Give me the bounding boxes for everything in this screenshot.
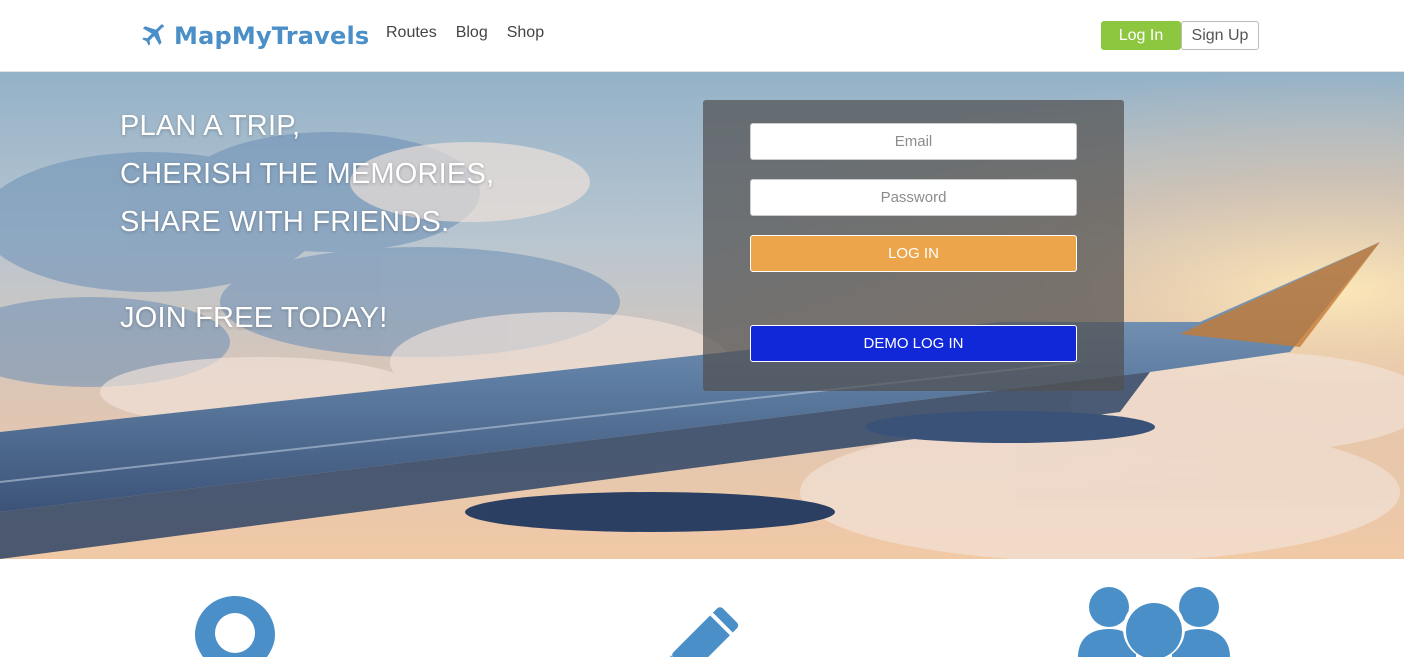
join-free-text: JOIN FREE TODAY! — [120, 302, 388, 334]
tagline-line-2: CHERISH THE MEMORIES, — [120, 158, 495, 190]
login-panel: LOG IN DEMO LOG IN — [703, 100, 1124, 391]
pencil-icon — [667, 607, 739, 657]
header-signup-button[interactable]: Sign Up — [1181, 21, 1259, 50]
brand-logo[interactable]: MapMyTravels — [140, 18, 369, 54]
brand-name: MapMyTravels — [174, 22, 370, 50]
password-field[interactable] — [750, 179, 1077, 216]
top-navbar: MapMyTravels Routes Blog Shop Log In Sig… — [0, 0, 1404, 72]
map-pin-icon — [195, 596, 275, 657]
hero-section: PLAN A TRIP, CHERISH THE MEMORIES, SHARE… — [0, 72, 1404, 559]
people-icon — [1078, 587, 1230, 657]
tagline-line-3: SHARE WITH FRIENDS. — [120, 206, 450, 238]
hero-tagline: PLAN A TRIP, CHERISH THE MEMORIES, SHARE… — [120, 102, 494, 342]
tagline-line-1: PLAN A TRIP, — [120, 110, 301, 142]
nav-links: Routes Blog Shop — [386, 24, 544, 42]
login-button[interactable]: LOG IN — [750, 235, 1077, 272]
email-field[interactable] — [750, 123, 1077, 160]
airplane-icon — [142, 24, 164, 46]
nav-link-blog[interactable]: Blog — [456, 24, 488, 42]
nav-link-shop[interactable]: Shop — [507, 24, 544, 42]
demo-login-button[interactable]: DEMO LOG IN — [750, 325, 1077, 362]
nav-link-routes[interactable]: Routes — [386, 24, 437, 42]
header-login-button[interactable]: Log In — [1101, 21, 1181, 50]
